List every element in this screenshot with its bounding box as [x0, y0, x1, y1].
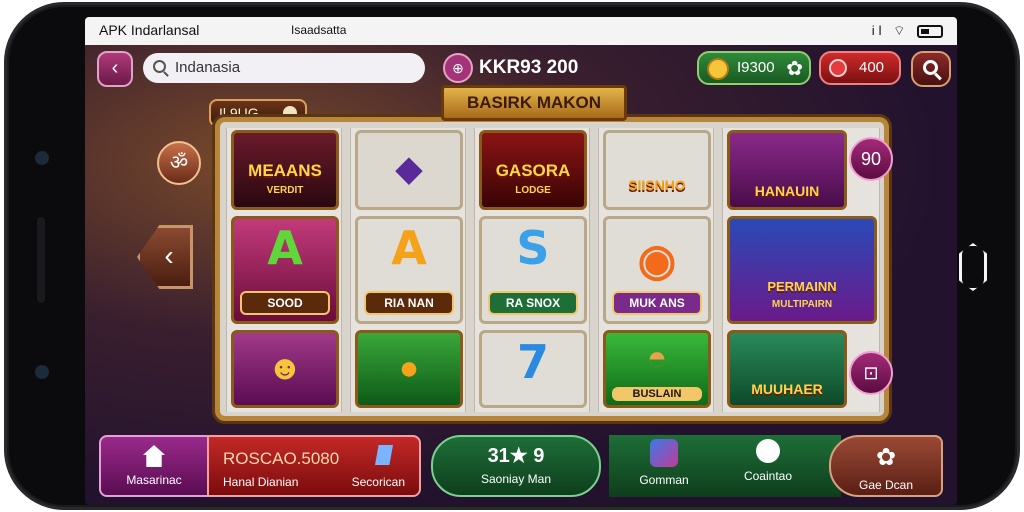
home-icon — [143, 445, 165, 467]
tile-glyph[interactable]: ● — [355, 330, 463, 408]
tile-glyph[interactable]: ◆ — [355, 130, 463, 210]
home-hex-button[interactable] — [959, 243, 987, 291]
score-label: Saoniay Man — [480, 472, 552, 486]
reel-4: SIISNHO ◉ MUK ANS ◓ BUSLAIN — [598, 128, 714, 412]
search-icon — [923, 60, 938, 75]
tile-glyph[interactable]: ◓ BUSLAIN — [603, 330, 711, 408]
tile-title[interactable]: GASORA LODGE — [479, 130, 587, 210]
phone-frame: APK Indarlansal Isaadsatta il ⌔ ‹ Indana… — [4, 2, 1020, 510]
balance-text: KKR93 200 — [479, 57, 579, 78]
signal-wifi-icon: il ⌔ — [872, 23, 943, 39]
back-button[interactable]: ‹ — [97, 51, 133, 87]
search-value: Indanasia — [175, 59, 241, 76]
status-subtitle: Isaadsatta — [291, 23, 347, 37]
coin-amount: I9300 — [737, 59, 775, 76]
sensor-dot-icon — [35, 365, 49, 379]
tile-title[interactable]: SIISNHO — [603, 130, 711, 210]
tile-title[interactable]: MEAANS VERDIT — [231, 130, 339, 210]
wallet-sub: Hanal Dianian — [223, 475, 299, 489]
game-title-banner: BASIRK MAKON — [441, 85, 627, 121]
tile-letter[interactable]: A SOOD — [231, 216, 339, 324]
tile-title[interactable]: HANAUIN — [727, 130, 847, 210]
flower-icon — [756, 439, 780, 463]
status-bar: APK Indarlansal Isaadsatta il ⌔ — [85, 17, 957, 45]
gem-amount: 400 — [859, 59, 885, 76]
reel-3: GASORA LODGE S RA SNOX 7 — [474, 128, 590, 412]
cube-icon — [650, 439, 678, 467]
wallet-amount: ROSCAO.5080 — [223, 449, 340, 468]
settings-nav-button[interactable]: Coaintao — [713, 439, 823, 483]
battery-icon — [917, 25, 943, 39]
tile-glyph[interactable]: ☻ — [231, 330, 339, 408]
search-button[interactable] — [911, 51, 951, 87]
more-nav-label: Gae Dcan — [858, 478, 914, 492]
game-screen: APK Indarlansal Isaadsatta il ⌔ ‹ Indana… — [85, 17, 957, 505]
settings-gear-icon[interactable]: ✿ — [786, 54, 803, 84]
side-chip-right-bottom[interactable]: ⊡ — [849, 351, 893, 395]
flower-icon: ✿ — [875, 444, 897, 471]
tile-letter[interactable]: 7 — [479, 330, 587, 408]
camera-dot-icon — [35, 151, 49, 165]
gem-icon — [829, 59, 847, 77]
gift-nav-button[interactable]: Gomman — [609, 439, 719, 487]
coin-icon — [707, 58, 729, 80]
side-chip-left[interactable]: ॐ — [157, 141, 201, 185]
search-input[interactable]: Indanasia — [143, 53, 425, 83]
app-name: APK Indarlansal — [99, 22, 200, 38]
home-nav-label: Masarinac — [126, 473, 182, 487]
secondary-label: Secorican — [351, 475, 405, 489]
shop-bag-icon[interactable]: ⊕ — [443, 53, 473, 83]
score-button[interactable]: 31★ 9 Saoniay Man — [431, 435, 601, 497]
tile-glyph[interactable]: ◉ MUK ANS — [603, 216, 711, 324]
reel-1: MEAANS VERDIT A SOOD ☻ — [226, 128, 342, 412]
tile-title[interactable]: PERMAINN MULTIPAIRN — [727, 216, 877, 324]
search-icon — [153, 60, 166, 73]
top-bar: ‹ Indanasia ⊕ KKR93 200 I9300 ✿ 400 — [85, 47, 957, 89]
bottom-actions: Gomman Coaintao — [609, 435, 841, 497]
bottom-nav: Masarinac ROSCAO.5080 Hanal Dianian Seco… — [85, 433, 957, 505]
score-value: 31★ 9 — [487, 445, 545, 467]
slot-board: MEAANS VERDIT A SOOD ☻ ◆ A RIA NAN ● GAS… — [215, 117, 889, 421]
speaker-bar — [37, 217, 45, 303]
gem-balance-button[interactable]: 400 — [819, 51, 901, 85]
pencil-icon — [375, 445, 393, 465]
reel-2: ◆ A RIA NAN ● — [350, 128, 466, 412]
home-nav-button[interactable]: Masarinac — [99, 435, 209, 497]
tile-letter[interactable]: A RIA NAN — [355, 216, 463, 324]
previous-arrow-button[interactable]: ‹ — [137, 225, 193, 289]
wallet-panel[interactable]: ROSCAO.5080 Hanal Dianian Secorican — [207, 435, 421, 497]
tile-title[interactable]: MUUHAER — [727, 330, 847, 408]
tile-letter[interactable]: S RA SNOX — [479, 216, 587, 324]
side-chip-right-top[interactable]: 90 — [849, 137, 893, 181]
coin-balance-button[interactable]: I9300 ✿ — [697, 51, 811, 85]
more-nav-button[interactable]: ✿ Gae Dcan — [829, 435, 943, 497]
